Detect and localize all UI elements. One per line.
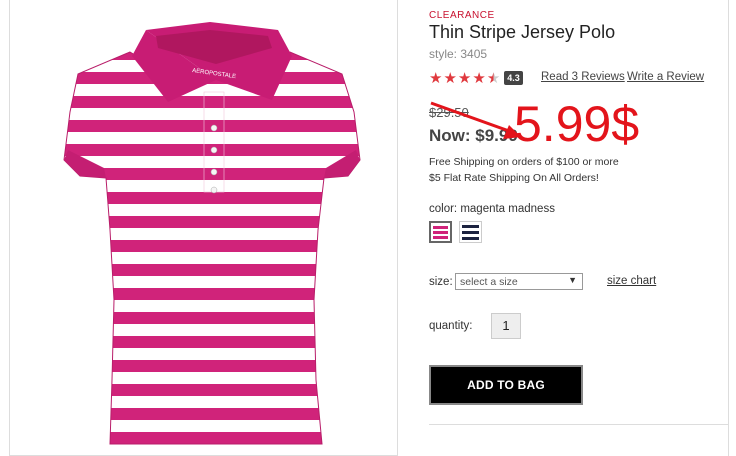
product-image: AEROPOSTALE bbox=[63, 22, 361, 445]
shipping-info-line2: $5 Flat Rate Shipping On All Orders! bbox=[429, 172, 599, 184]
clearance-badge: CLEARANCE bbox=[429, 10, 495, 21]
size-label: size: bbox=[429, 276, 453, 288]
size-select-value: select a size bbox=[460, 276, 518, 288]
quantity-label: quantity: bbox=[429, 320, 473, 332]
rating-stars[interactable]: ★ ★ ★ ★ ★ 4.3 bbox=[429, 70, 523, 86]
read-reviews-link[interactable]: Read 3 Reviews bbox=[541, 71, 625, 83]
color-value: magenta madness bbox=[460, 203, 555, 215]
star-icon: ★ bbox=[472, 69, 486, 87]
size-select[interactable]: select a size ▼ bbox=[455, 273, 583, 290]
product-style: style: 3405 bbox=[429, 47, 488, 61]
star-icon: ★ bbox=[443, 69, 457, 87]
write-review-link[interactable]: Write a Review bbox=[627, 71, 704, 83]
rating-value: 4.3 bbox=[504, 71, 523, 85]
swatch-navy[interactable] bbox=[459, 221, 482, 243]
swatch-magenta-madness[interactable] bbox=[429, 221, 452, 243]
quantity-input[interactable]: 1 bbox=[491, 313, 521, 339]
half-star-icon: ★ bbox=[486, 69, 501, 87]
shipping-info-line1: Free Shipping on orders of $100 or more bbox=[429, 156, 619, 168]
product-title: Thin Stripe Jersey Polo bbox=[429, 22, 616, 42]
page-right-border bbox=[728, 0, 729, 456]
color-label: color: magenta madness bbox=[429, 203, 555, 215]
chevron-down-icon: ▼ bbox=[568, 275, 577, 285]
size-chart-link[interactable]: size chart bbox=[607, 275, 656, 287]
product-image-panel[interactable]: AEROPOSTALE bbox=[9, 0, 398, 456]
add-to-bag-button[interactable]: ADD TO BAG bbox=[429, 365, 583, 405]
price-annotation: 5.99$ bbox=[514, 96, 640, 152]
star-icon: ★ bbox=[457, 69, 472, 87]
section-divider bbox=[429, 424, 729, 425]
star-icon: ★ bbox=[429, 69, 443, 87]
color-label-text: color: bbox=[429, 203, 458, 215]
